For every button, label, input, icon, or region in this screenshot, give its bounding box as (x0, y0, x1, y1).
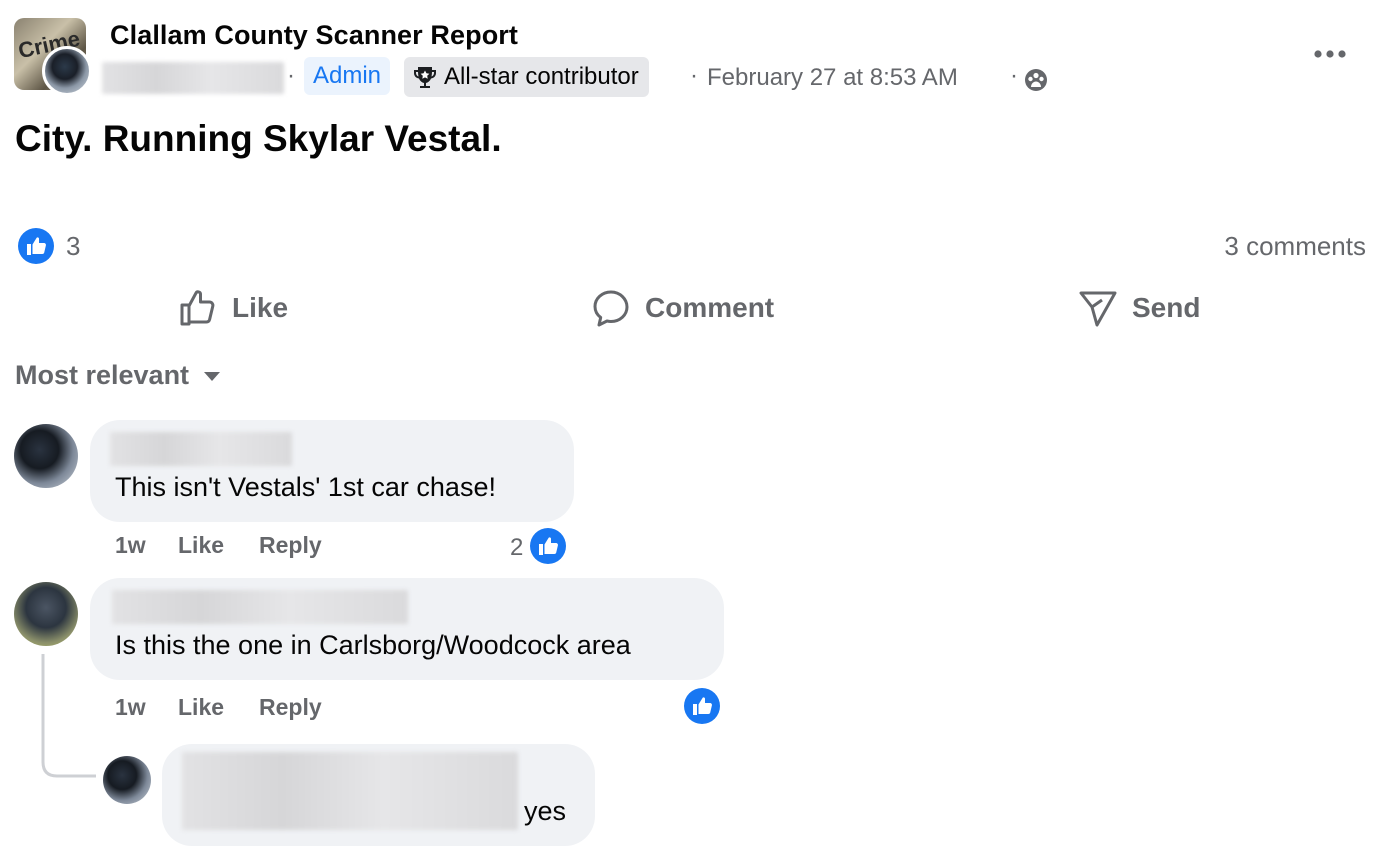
reply-avatar[interactable] (103, 756, 151, 804)
admin-badge-label: Admin (313, 62, 382, 89)
caret-down-icon (204, 371, 221, 381)
poster-avatar[interactable] (42, 46, 92, 96)
post-text: City. Running Skylar Vestal. (15, 118, 502, 159)
comment-time[interactable]: 1w (115, 694, 146, 721)
author-name-redacted[interactable] (102, 62, 284, 94)
admin-badge[interactable]: Admin (304, 57, 391, 95)
comment-time[interactable]: 1w (115, 532, 146, 559)
reply-text: yes (524, 796, 567, 826)
send-icon (1079, 291, 1117, 327)
like-button[interactable]: Like (178, 284, 288, 332)
separator-dot: · (287, 62, 295, 89)
comment-reply-button[interactable]: Reply (259, 694, 322, 721)
comment-text: This isn't Vestals' 1st car chase! (115, 472, 496, 502)
commenter-name-redacted[interactable] (112, 590, 408, 624)
like-reaction-icon[interactable] (18, 228, 54, 264)
separator-dot: · (1010, 62, 1018, 89)
comment-button[interactable]: Comment (591, 284, 774, 332)
group-name[interactable]: Clallam County Scanner Report (110, 20, 518, 51)
comment-count[interactable]: 3 comments (1224, 231, 1366, 262)
send-button-label: Send (1132, 292, 1201, 323)
like-icon (180, 290, 215, 326)
comment-reply-button[interactable]: Reply (259, 532, 322, 559)
separator-dot: · (690, 62, 698, 89)
privacy-icon[interactable] (1024, 68, 1048, 92)
all-star-contributor-label: All-star contributor (444, 63, 639, 90)
more-icon[interactable] (1312, 44, 1348, 64)
comment-sort-label: Most relevant (15, 360, 190, 390)
reply-thread-line (41, 654, 96, 778)
comment-button-label: Comment (645, 292, 775, 323)
commenter-avatar[interactable] (14, 582, 78, 646)
commenter-avatar[interactable] (14, 424, 78, 488)
trophy-icon (414, 67, 436, 88)
comment-reaction-count[interactable]: 2 (510, 534, 523, 562)
comment-text: Is this the one in Carlsborg/Woodcock ar… (115, 630, 631, 660)
post-timestamp[interactable]: February 27 at 8:53 AM (707, 64, 958, 92)
like-reaction-icon[interactable] (684, 688, 720, 724)
comment-like-button[interactable]: Like (178, 532, 224, 559)
all-star-contributor-badge[interactable]: All-star contributor (404, 57, 649, 97)
reply-name-redacted[interactable] (182, 752, 518, 830)
comment-sort-dropdown[interactable]: Most relevant (15, 360, 221, 391)
comment-icon (593, 290, 629, 327)
commenter-name-redacted[interactable] (110, 432, 292, 466)
reaction-count[interactable]: 3 (66, 231, 80, 262)
like-reaction-icon[interactable] (530, 528, 566, 564)
send-button[interactable]: Send (1078, 284, 1200, 332)
like-button-label: Like (232, 292, 289, 323)
comment-like-button[interactable]: Like (178, 694, 224, 721)
